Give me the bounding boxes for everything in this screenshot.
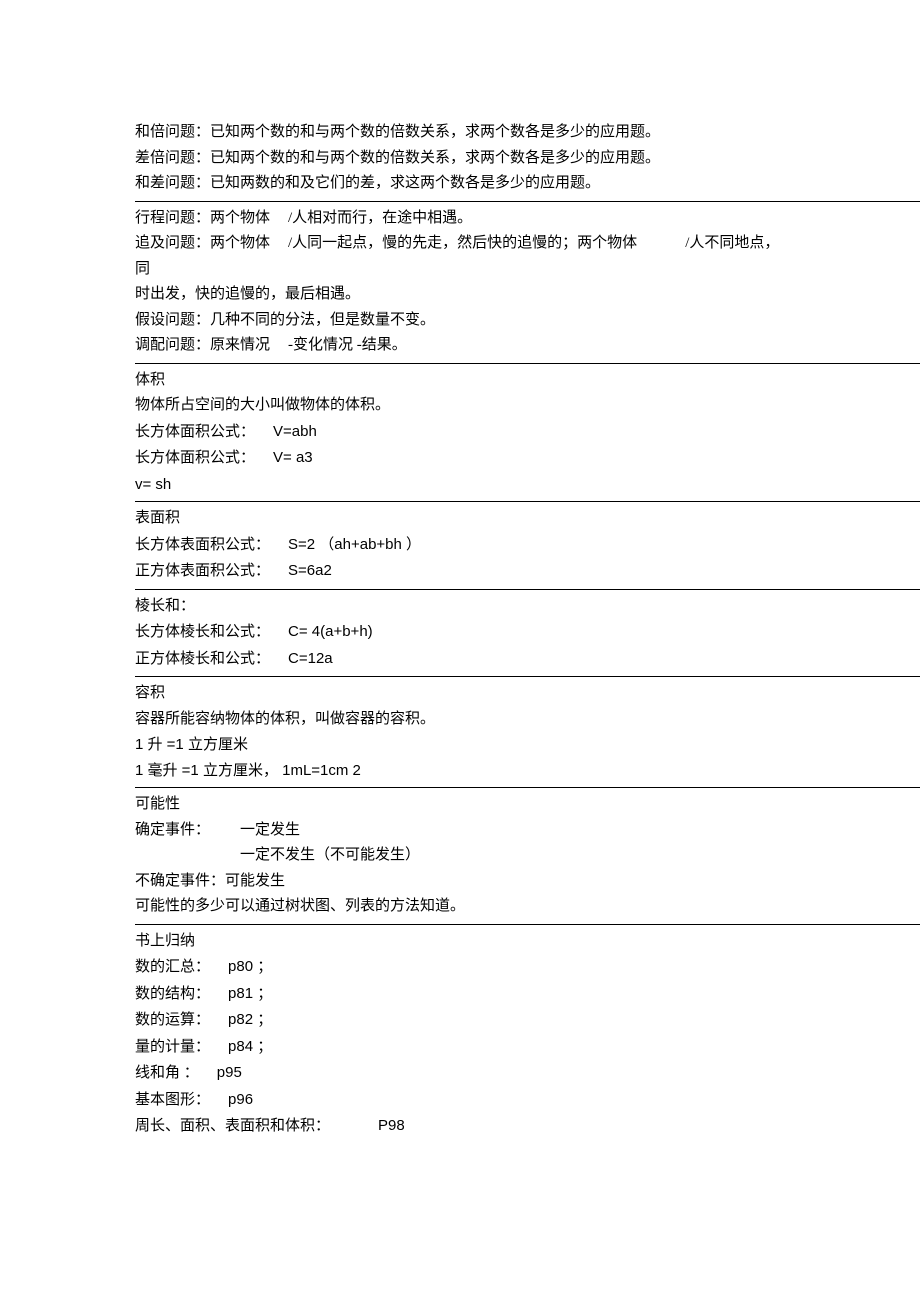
label: 长方体棱长和公式：: [135, 624, 270, 640]
formula-cuboid-v1: 长方体面积公式： V=abh: [135, 419, 785, 446]
text: /人同一起点，慢的先走，然后快的追慢的；两个物体: [288, 235, 637, 251]
label: 量的计量：: [135, 1039, 210, 1055]
line-xingcheng: 行程问题：两个物体/人相对而行，在途中相遇。: [135, 206, 785, 232]
label: 确定事件：: [135, 822, 210, 838]
text: /人相对而行，在途中相遇。: [288, 210, 472, 226]
formula-cuboid-s: 长方体表面积公式： S=2 （ah+ab+bh ）: [135, 532, 785, 559]
line-queding1: 确定事件： 一定发生: [135, 818, 785, 844]
label: 数的汇总：: [135, 959, 210, 975]
row-tuxing: 基本图形： p96: [135, 1087, 785, 1114]
line-jiashe: 假设问题：几种不同的分法，但是数量不变。: [135, 308, 785, 334]
formula-cube-s: 正方体表面积公式： S=6a2: [135, 558, 785, 585]
page-ref: p81 ；: [228, 985, 272, 1002]
label: 长方体表面积公式：: [135, 537, 270, 553]
section-sum-multiple: 和倍问题：已知两个数的和与两个数的倍数关系，求两个数各是多少的应用题。 差倍问题…: [0, 120, 920, 197]
formula: C= 4(a+b+h): [288, 623, 373, 640]
section-shushangguina: 书上归纳 数的汇总： p80 ； 数的结构： p81 ； 数的运算： p82 ； 量的…: [0, 929, 920, 1140]
line-queding2: 一定不发生（不可能发生）: [135, 843, 785, 869]
line-zhuiji-cont: 时出发，快的追慢的，最后相遇。: [135, 282, 785, 308]
label: 线和角 ：: [135, 1065, 199, 1081]
label: 正方体棱长和公式：: [135, 651, 270, 667]
formula-cube-c: 正方体棱长和公式： C=12a: [135, 646, 785, 673]
text: 追及问题：两个物体: [135, 235, 270, 251]
divider: [135, 501, 920, 502]
formula-vsh: v= sh: [135, 472, 785, 498]
line-rongji-def: 容器所能容纳物体的体积，叫做容器的容积。: [135, 707, 785, 733]
row-jiliang: 量的计量： p84 ；: [135, 1034, 785, 1061]
text: 一定发生: [240, 822, 300, 838]
page-ref: p95: [217, 1064, 242, 1081]
page-ref: p80 ；: [228, 958, 272, 975]
line-buqueding: 不确定事件：可能发生: [135, 869, 785, 895]
label: 周长、面积、表面积和体积：: [135, 1118, 330, 1134]
divider: [135, 676, 920, 677]
heading-tiji: 体积: [135, 368, 785, 394]
formula-cuboid-v2: 长方体面积公式： V= a3: [135, 445, 785, 472]
section-rongji: 容积 容器所能容纳物体的体积，叫做容器的容积。 1 升 =1 立方厘米 1 毫升…: [0, 681, 920, 783]
divider: [135, 924, 920, 925]
formula: S=2 （ah+ab+bh ）: [288, 536, 421, 553]
line-tiji-def: 物体所占空间的大小叫做物体的体积。: [135, 393, 785, 419]
formula-cuboid-c: 长方体棱长和公式： C= 4(a+b+h): [135, 619, 785, 646]
row-huizong: 数的汇总： p80 ；: [135, 954, 785, 981]
label: 长方体面积公式：: [135, 450, 255, 466]
heading-lengchanghe: 棱长和：: [135, 594, 785, 620]
line-hecha: 和差问题：已知两数的和及它们的差，求这两个数各是多少的应用题。: [135, 171, 785, 197]
page-ref: p84 ；: [228, 1038, 272, 1055]
section-tiji: 体积 物体所占空间的大小叫做物体的体积。 长方体面积公式： V=abh 长方体面积…: [0, 368, 920, 498]
heading-kenengxing: 可能性: [135, 792, 785, 818]
page-ref: P98: [378, 1117, 405, 1134]
line-kenengxing-method: 可能性的多少可以通过树状图、列表的方法知道。: [135, 894, 785, 920]
line-chabei: 差倍问题：已知两个数的和与两个数的倍数关系，求两个数各是多少的应用题。: [135, 146, 785, 172]
divider: [135, 787, 920, 788]
label: 数的结构：: [135, 986, 210, 1002]
formula: C=12a: [288, 650, 333, 667]
text: 行程问题：两个物体: [135, 210, 270, 226]
formula: S=6a2: [288, 562, 332, 579]
label: 数的运算：: [135, 1012, 210, 1028]
formula: V=abh: [273, 423, 317, 440]
page-ref: p82 ；: [228, 1011, 272, 1028]
section-xingcheng: 行程问题：两个物体/人相对而行，在途中相遇。 追及问题：两个物体/人同一起点，慢…: [0, 206, 920, 359]
divider: [135, 201, 920, 202]
divider: [135, 363, 920, 364]
row-jiegou: 数的结构： p81 ；: [135, 981, 785, 1008]
line-ml: 1 毫升 =1 立方厘米， 1mL=1cm 2: [135, 758, 785, 784]
formula: V= a3: [273, 449, 313, 466]
line-zhuiji: 追及问题：两个物体/人同一起点，慢的先走，然后快的追慢的；两个物体/人不同地点，…: [135, 231, 785, 282]
divider: [135, 589, 920, 590]
label: 正方体表面积公式：: [135, 563, 270, 579]
text: 调配问题：原来情况: [135, 337, 270, 353]
row-xianjiao: 线和角 ： p95: [135, 1060, 785, 1087]
section-kenengxing: 可能性 确定事件： 一定发生 一定不发生（不可能发生） 不确定事件：可能发生 可能…: [0, 792, 920, 920]
text: 一定不发生（不可能发生）: [240, 847, 420, 863]
label: 长方体面积公式：: [135, 424, 255, 440]
section-lengchanghe: 棱长和： 长方体棱长和公式： C= 4(a+b+h) 正方体棱长和公式： C=12a: [0, 594, 920, 673]
row-zhouchang: 周长、面积、表面积和体积： P98: [135, 1113, 785, 1140]
line-liter: 1 升 =1 立方厘米: [135, 732, 785, 758]
label: 基本图形：: [135, 1092, 210, 1108]
heading-guina: 书上归纳: [135, 929, 785, 955]
line-tiaopei: 调配问题：原来情况 -变化情况 -结果。: [135, 333, 785, 359]
section-biaomianji: 表面积 长方体表面积公式： S=2 （ah+ab+bh ） 正方体表面积公式： S=…: [0, 506, 920, 585]
row-yunsuan: 数的运算： p82 ；: [135, 1007, 785, 1034]
text: -变化情况 -结果。: [288, 337, 407, 353]
line-hebei: 和倍问题：已知两个数的和与两个数的倍数关系，求两个数各是多少的应用题。: [135, 120, 785, 146]
page-ref: p96: [228, 1091, 253, 1108]
heading-rongji: 容积: [135, 681, 785, 707]
heading-biaomianji: 表面积: [135, 506, 785, 532]
